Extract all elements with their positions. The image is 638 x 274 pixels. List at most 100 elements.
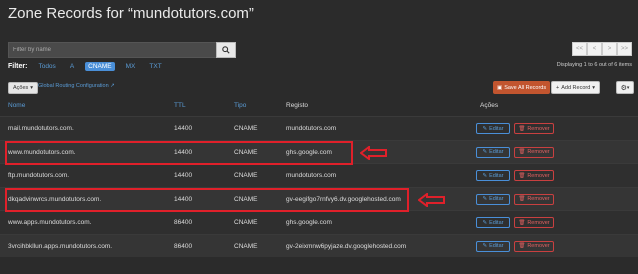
caret-down-icon: ▾ xyxy=(626,84,630,91)
remove-label: Remover xyxy=(527,243,550,249)
table-row: ftp.mundotutors.com. 14400 CNAME mundotu… xyxy=(0,163,638,187)
filter-label: Filter: xyxy=(8,63,28,70)
remove-button[interactable]: 🗑 Remover xyxy=(514,193,554,205)
table-row: 3vrcihbkllun.apps.mundotutors.com. 86400… xyxy=(0,233,638,257)
trash-icon: 🗑 xyxy=(518,243,526,249)
first-page-button[interactable]: << xyxy=(572,42,587,56)
edit-button[interactable]: ✎ Editar xyxy=(476,146,510,158)
edit-label: Editar xyxy=(489,219,504,226)
remove-button[interactable]: 🗑 Remover xyxy=(514,123,554,134)
header-acoes: Ações xyxy=(480,102,499,109)
record-filter: Filter: Todos A CNAME MX TXT xyxy=(8,62,165,71)
table-header: Nome TTL Tipo Registo Ações xyxy=(0,96,638,115)
trash-icon: 🗑 xyxy=(518,219,526,226)
edit-label: Editar xyxy=(489,149,504,155)
record-value: mundotutors.com xyxy=(286,172,337,179)
trash-icon: 🗑 xyxy=(518,196,526,202)
edit-label: Editar xyxy=(489,172,504,179)
record-name: mail.mundotutors.com. xyxy=(8,125,74,132)
edit-button[interactable]: ✎ Editar xyxy=(476,240,510,252)
caret-down-icon: ▾ xyxy=(30,85,34,91)
record-ttl: 14400 xyxy=(174,172,193,179)
edit-icon: ✎ xyxy=(482,219,488,226)
remove-label: Remover xyxy=(527,219,550,226)
settings-button[interactable]: ⚙ ▾ xyxy=(616,81,634,94)
filter-mx[interactable]: MX xyxy=(123,62,139,71)
acoes-label: Ações xyxy=(13,85,29,91)
header-ttl[interactable]: TTL xyxy=(174,102,186,109)
record-type: CNAME xyxy=(234,125,258,132)
edit-button[interactable]: ✎ Editar xyxy=(476,170,510,181)
record-value: mundotutors.com xyxy=(286,125,337,132)
save-all-label: Save All Records xyxy=(504,84,547,91)
search-button[interactable] xyxy=(216,42,236,58)
edit-icon: ✎ xyxy=(482,172,488,179)
record-type: CNAME xyxy=(234,219,258,226)
table-row: www.apps.mundotutors.com. 86400 CNAME gh… xyxy=(0,210,638,234)
next-page-button[interactable]: > xyxy=(602,42,617,56)
table-row: mail.mundotutors.com. 14400 CNAME mundot… xyxy=(0,116,638,140)
edit-icon: ✎ xyxy=(482,125,488,132)
left-arrow-icon xyxy=(360,146,387,160)
acoes-dropdown[interactable]: Ações ▾ xyxy=(8,82,39,94)
filter-cname[interactable]: CNAME xyxy=(85,62,115,71)
global-routing-link[interactable]: Global Routing Configuration ↗ xyxy=(38,83,115,89)
header-registo: Registo xyxy=(286,102,309,109)
highlight-box-dkqadv xyxy=(5,188,409,212)
header-nome[interactable]: Nome xyxy=(8,102,25,109)
edit-label: Editar xyxy=(489,196,504,202)
filter-txt[interactable]: TXT xyxy=(146,62,164,71)
record-name: ftp.mundotutors.com. xyxy=(8,172,70,179)
trash-icon: 🗑 xyxy=(518,149,526,155)
remove-label: Remover xyxy=(527,149,550,155)
filter-todos[interactable]: Todos xyxy=(35,62,58,71)
add-record-button[interactable]: + Add Record ▾ xyxy=(551,81,601,94)
page-title: Zone Records for “mundotutors.com” xyxy=(8,5,254,22)
edit-button[interactable]: ✎ Editar xyxy=(476,123,510,134)
search-bar xyxy=(8,42,236,58)
record-value: gv-2eixmnw6pyjaze.dv.googlehosted.com xyxy=(286,242,407,250)
save-icon: ▣ xyxy=(497,84,503,91)
global-routing-label: Global Routing Configuration xyxy=(38,83,109,89)
edit-button[interactable]: ✎ Editar xyxy=(476,217,510,228)
remove-label: Remover xyxy=(527,125,550,132)
remove-button[interactable]: 🗑 Remover xyxy=(514,217,554,228)
remove-button[interactable]: 🗑 Remover xyxy=(514,146,554,158)
record-type: CNAME xyxy=(234,172,258,179)
search-icon xyxy=(222,46,230,54)
external-link-icon: ↗ xyxy=(110,83,115,89)
record-ttl: 86400 xyxy=(174,219,193,226)
records-table: mail.mundotutors.com. 14400 CNAME mundot… xyxy=(0,116,638,257)
record-ttl: 14400 xyxy=(174,125,193,132)
edit-icon: ✎ xyxy=(482,196,488,202)
remove-label: Remover xyxy=(527,172,550,179)
save-all-button[interactable]: ▣ Save All Records xyxy=(493,81,551,94)
plus-icon: + xyxy=(556,84,560,91)
record-name: www.apps.mundotutors.com. xyxy=(8,219,92,226)
record-type: CNAME xyxy=(234,242,258,250)
edit-label: Editar xyxy=(489,125,504,132)
edit-icon: ✎ xyxy=(482,243,488,249)
record-name: 3vrcihbkllun.apps.mundotutors.com. xyxy=(8,242,113,250)
caret-down-icon: ▾ xyxy=(592,84,596,91)
trash-icon: 🗑 xyxy=(518,172,526,179)
display-info: Displaying 1 to 6 out of 6 items xyxy=(556,62,632,68)
edit-icon: ✎ xyxy=(482,149,488,155)
edit-label: Editar xyxy=(489,243,504,249)
edit-button[interactable]: ✎ Editar xyxy=(476,193,510,205)
add-record-label: Add Record xyxy=(561,84,591,91)
trash-icon: 🗑 xyxy=(518,125,526,132)
last-page-button[interactable]: >> xyxy=(617,42,632,56)
filter-a[interactable]: A xyxy=(67,62,77,71)
record-ttl: 86400 xyxy=(174,242,193,250)
header-tipo[interactable]: Tipo xyxy=(234,102,246,109)
remove-label: Remover xyxy=(527,196,550,202)
remove-button[interactable]: 🗑 Remover xyxy=(514,170,554,181)
record-value: ghs.google.com xyxy=(286,219,332,226)
search-input[interactable] xyxy=(8,42,216,58)
left-arrow-icon xyxy=(418,193,445,207)
prev-page-button[interactable]: < xyxy=(587,42,602,56)
remove-button[interactable]: 🗑 Remover xyxy=(514,240,554,252)
highlight-box-www xyxy=(5,141,353,165)
pagination: << < > >> xyxy=(572,42,632,56)
